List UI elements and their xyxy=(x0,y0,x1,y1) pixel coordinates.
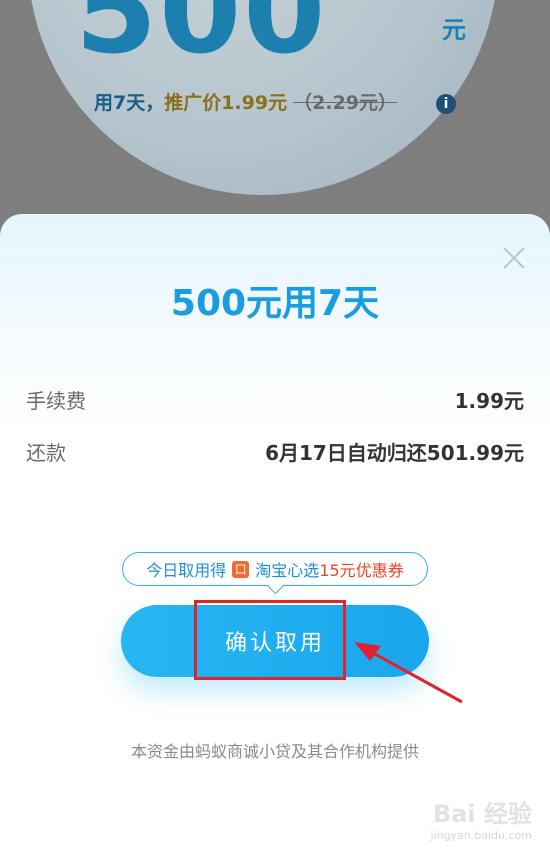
annotation-arrow-icon xyxy=(354,642,463,704)
